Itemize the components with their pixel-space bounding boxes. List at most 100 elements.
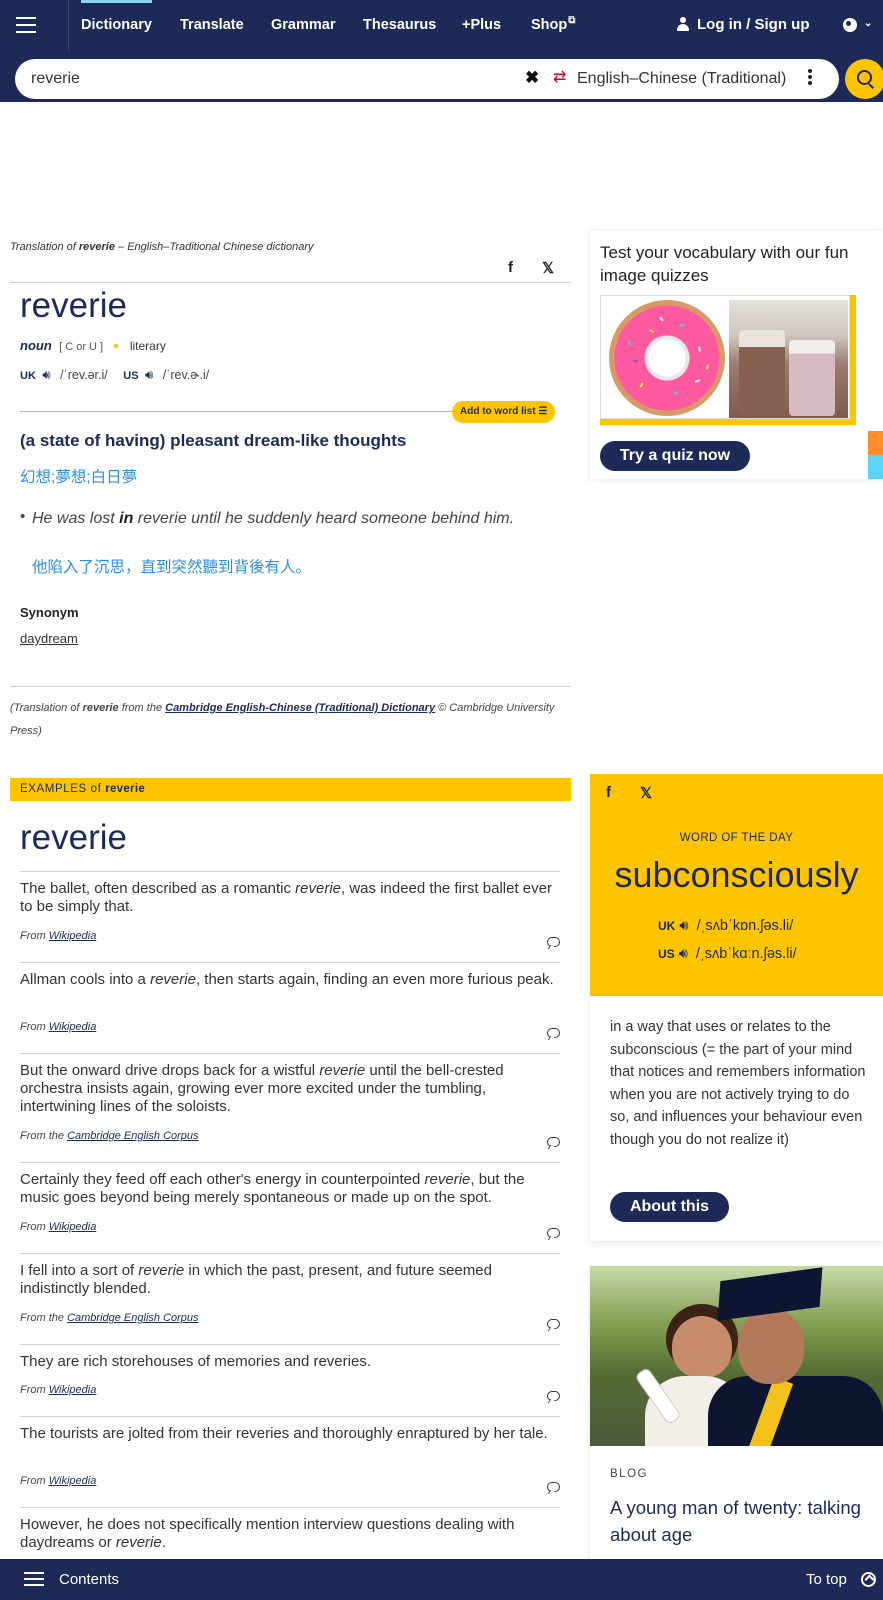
source-link[interactable]: Wikipedia	[49, 1221, 97, 1233]
to-top-button[interactable]: To top	[806, 1559, 847, 1600]
login-link[interactable]: Log in / Sign up	[677, 0, 809, 52]
translation-caption: Translation of reverie – English–Traditi…	[10, 241, 314, 253]
user-icon	[677, 17, 689, 31]
example-translation: 他陷入了沉思，直到突然聽到背後有人。	[32, 559, 312, 576]
example-source: From Wikipedia	[20, 1221, 97, 1233]
comment-icon[interactable]	[547, 1228, 560, 1238]
nav-plus[interactable]: +Plus	[462, 0, 501, 52]
pos-line: noun [ C or U ] literary	[20, 338, 166, 353]
x-icon[interactable]: 𝕏	[542, 259, 554, 277]
blog-card[interactable]: BLOG A young man of twenty: talking abou…	[590, 1266, 883, 1566]
word-of-the-day-card: f 𝕏 WORD OF THE DAY subconsciously UK 🔊︎…	[590, 774, 883, 996]
side-tab-orange[interactable]	[868, 431, 883, 455]
contents-button[interactable]: Contents	[59, 1559, 119, 1600]
pronunciation-line: UK 🔊︎ /ˈrev.ər.i/ US 🔊︎ /ˈrev.ɚ.i/	[20, 367, 209, 383]
comment-icon[interactable]	[547, 1319, 560, 1329]
source-link[interactable]: Wikipedia	[49, 930, 97, 942]
examples-heading: reverie	[20, 818, 127, 857]
blog-label: BLOG	[610, 1468, 648, 1480]
search-input[interactable]	[31, 59, 511, 99]
example-sentence: He was lost in reverie until he suddenly…	[32, 510, 515, 527]
speaker-icon[interactable]: 🔊︎	[145, 367, 153, 383]
globe-icon[interactable]	[843, 18, 857, 32]
divider	[20, 871, 560, 872]
list-icon: ☰	[538, 406, 548, 417]
examples-bar: EXAMPLES of reverie	[10, 778, 571, 801]
comment-icon[interactable]	[547, 1391, 560, 1401]
search-button[interactable]	[845, 59, 883, 99]
speaker-icon[interactable]: 🔊︎	[679, 946, 688, 962]
facebook-icon[interactable]: f	[508, 259, 513, 276]
blog-title[interactable]: A young man of twenty: talking about age	[610, 1494, 870, 1548]
comment-icon[interactable]	[547, 937, 560, 947]
definition: (a state of having) pleasant dream-like …	[20, 431, 407, 450]
part-of-speech: noun	[20, 338, 52, 353]
example-source: From the Cambridge English Corpus	[20, 1312, 199, 1324]
divider	[10, 686, 571, 687]
synonym-link[interactable]: daydream	[20, 631, 78, 646]
comment-icon[interactable]	[547, 1137, 560, 1147]
headword: reverie	[20, 286, 127, 325]
add-to-word-list-button[interactable]: Add to word list ☰	[452, 401, 556, 423]
arrow-up-icon[interactable]	[861, 1572, 876, 1587]
source-link[interactable]: Cambridge English Corpus	[67, 1130, 198, 1142]
us-label: US	[123, 370, 139, 382]
comment-icon[interactable]	[547, 1482, 560, 1492]
divider	[20, 1162, 560, 1163]
source-link[interactable]: Wikipedia	[49, 1475, 97, 1487]
example-source: From Wikipedia	[20, 1021, 97, 1033]
example-sentence: The tourists are jolted from their rever…	[20, 1425, 548, 1442]
source-link[interactable]: Cambridge English-Chinese (Traditional) …	[165, 702, 435, 714]
source-link[interactable]: Wikipedia	[49, 1021, 97, 1033]
more-icon[interactable]	[808, 69, 812, 89]
wotd-us-pron: US 🔊︎ /ˌsʌbˈkɑːn.ʃəs.li/	[658, 946, 797, 962]
source-credit: (Translation of reverie from the Cambrid…	[10, 702, 555, 737]
quiz-title: Test your vocabulary with our fun image …	[600, 243, 849, 285]
nav-translate[interactable]: Translate	[180, 0, 244, 52]
nav-thesaurus[interactable]: Thesaurus	[363, 0, 436, 52]
swap-icon[interactable]: ⇄	[553, 67, 566, 87]
speaker-icon[interactable]: 🔊︎	[42, 367, 50, 383]
facebook-icon[interactable]: f	[606, 784, 611, 801]
divider	[20, 1253, 560, 1254]
example-source: From Wikipedia	[20, 930, 97, 942]
donut-image	[609, 300, 725, 416]
translation: 幻想;夢想;白日夢	[20, 469, 138, 486]
sense-divider	[20, 411, 460, 412]
wotd-word[interactable]: subconsciously	[590, 854, 883, 896]
nav-shop[interactable]: Shop	[531, 17, 567, 33]
language-select[interactable]: English–Chinese (Traditional)	[577, 59, 786, 99]
divider	[20, 1416, 560, 1417]
divider	[20, 1344, 560, 1345]
top-navigation: Dictionary Translate Grammar Thesaurus +…	[0, 0, 883, 52]
source-link[interactable]: Wikipedia	[49, 1384, 97, 1396]
search-bar: ✖ ⇄ English–Chinese (Traditional)	[0, 52, 883, 102]
example-source: From the Cambridge English Corpus	[20, 1130, 199, 1142]
example-sentence: Certainly they feed off each other's ene…	[20, 1171, 525, 1206]
comment-icon[interactable]	[547, 1028, 560, 1038]
quiz-card: Test your vocabulary with our fun image …	[590, 231, 883, 479]
wotd-uk-pron: UK 🔊︎ /ˌsʌbˈkɒn.ʃəs.li/	[658, 918, 794, 934]
nav-dictionary[interactable]: Dictionary	[81, 0, 152, 52]
divider	[10, 282, 571, 283]
clear-icon[interactable]: ✖	[525, 68, 539, 88]
search-box: ✖ ⇄ English–Chinese (Traditional)	[15, 59, 839, 99]
x-icon[interactable]: 𝕏	[640, 784, 652, 802]
example-sentence: Allman cools into a reverie, then starts…	[20, 971, 554, 988]
speaker-icon[interactable]: 🔊︎	[679, 918, 688, 934]
bullet: •	[20, 508, 26, 525]
about-this-button[interactable]: About this	[610, 1192, 729, 1222]
source-link[interactable]: Cambridge English Corpus	[67, 1312, 198, 1324]
try-quiz-button[interactable]: Try a quiz now	[600, 441, 750, 471]
side-tab-blue[interactable]	[868, 455, 883, 479]
login-label: Log in / Sign up	[697, 16, 810, 33]
nav-grammar[interactable]: Grammar	[271, 0, 335, 52]
quiz-image[interactable]	[600, 295, 856, 425]
contents-icon[interactable]	[24, 1572, 44, 1586]
example-sentence: They are rich storehouses of memories an…	[20, 1353, 371, 1370]
menu-icon[interactable]	[0, 0, 69, 52]
chevron-down-icon[interactable]: ⌄	[864, 18, 872, 29]
separator-dot	[114, 344, 119, 348]
blog-image	[590, 1266, 883, 1446]
nav-shop-wrapper[interactable]: Shop⧉	[531, 0, 575, 52]
